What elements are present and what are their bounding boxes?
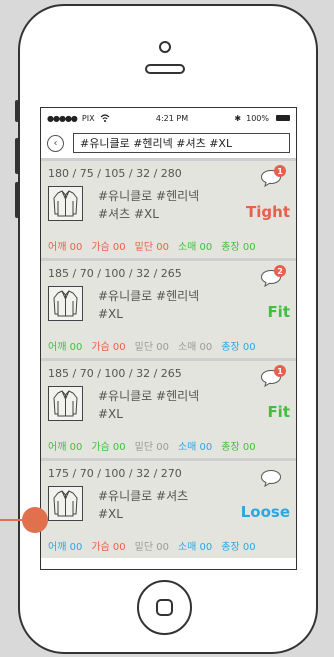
dimension-value: 가슴 00 (91, 242, 126, 253)
dimension-value: 소매 00 (177, 542, 213, 553)
dimension-value: 밑단 00 (134, 342, 169, 353)
dimension-value: 총장 00 (221, 342, 256, 353)
volume-up-button (15, 138, 19, 174)
dimension-value: 어깨 00 (48, 442, 83, 453)
item-list: 180 / 75 / 105 / 32 / 280 #유니클로 #헨리넥 #셔츠 … (41, 158, 296, 558)
comment-count-badge: 2 (274, 265, 286, 277)
dimension-value: 가슴 00 (91, 442, 126, 453)
battery-icon (275, 115, 290, 121)
annotation-line (0, 519, 22, 521)
annotation-dot (22, 507, 48, 533)
dimension-value: 총장 00 (221, 542, 256, 553)
fit-label: Loose (240, 503, 290, 521)
wifi-icon (100, 114, 110, 122)
dimension-row: 어깨 00 가슴 00 밑단 00 소매 00 총장 00 (48, 538, 256, 553)
jacket-icon (53, 290, 78, 317)
speaker-icon (145, 64, 185, 74)
tag-line: #XL (98, 407, 123, 421)
phone-frame: ●●●●● PIX 4:21 PM ✱ 100% ‹ #유니클로 #헨리넥 #셔… (18, 4, 318, 654)
comment-count-badge: 1 (274, 365, 286, 377)
product-thumbnail[interactable] (48, 186, 83, 221)
dimension-row: 어깨 00 가슴 00 밑단 00 소매 00 총장 00 (48, 238, 256, 253)
body-measurements: 185 / 70 / 100 / 32 / 265 (48, 367, 182, 380)
time-label: 4:21 PM (155, 113, 189, 123)
tag-line: #유니클로 #헨리넥 (98, 189, 200, 203)
tag-line: #XL (98, 307, 123, 321)
jacket-icon (53, 190, 78, 217)
dimension-value: 가슴 00 (91, 342, 126, 353)
status-bar: ●●●●● PIX 4:21 PM ✱ 100% (41, 108, 296, 128)
camera-icon (159, 41, 171, 53)
search-query: #유니클로 #헨리넥 #셔츠 #XL (80, 137, 233, 150)
list-item[interactable]: 180 / 75 / 105 / 32 / 280 #유니클로 #헨리넥 #셔츠 … (41, 161, 296, 258)
dimension-value: 총장 00 (221, 242, 256, 253)
volume-down-button (15, 182, 19, 218)
home-button-icon[interactable] (137, 580, 192, 635)
product-thumbnail[interactable] (48, 486, 83, 521)
product-tags: #유니클로 #헨리넥 #XL (98, 287, 228, 323)
dimension-value: 어깨 00 (48, 542, 83, 553)
tag-line: #XL (98, 507, 123, 521)
search-input[interactable]: #유니클로 #헨리넥 #셔츠 #XL (73, 133, 290, 153)
dimension-value: 밑단 00 (134, 542, 169, 553)
fit-label: Fit (267, 303, 290, 321)
dimension-row: 어깨 00 가슴 00 밑단 00 소매 00 총장 00 (48, 438, 256, 453)
tag-line: #셔츠 #XL (98, 207, 159, 221)
dimension-row: 어깨 00 가슴 00 밑단 00 소매 00 총장 00 (48, 338, 256, 353)
product-tags: #유니클로 #헨리넥 #셔츠 #XL (98, 187, 228, 223)
dimension-value: 가슴 00 (91, 542, 126, 553)
search-bar: ‹ #유니클로 #헨리넥 #셔츠 #XL (41, 128, 296, 158)
dimension-value: 밑단 00 (134, 242, 169, 253)
fit-label: Tight (246, 203, 290, 221)
dimension-value: 총장 00 (221, 442, 256, 453)
home-button-inner (156, 599, 173, 616)
app-screen: ●●●●● PIX 4:21 PM ✱ 100% ‹ #유니클로 #헨리넥 #셔… (40, 107, 297, 570)
dimension-value: 어깨 00 (48, 242, 83, 253)
list-item[interactable]: 175 / 70 / 100 / 32 / 270 #유니클로 #셔츠 #XL L… (41, 461, 296, 558)
bluetooth-icon: ✱ (234, 113, 242, 123)
list-item[interactable]: 185 / 70 / 100 / 32 / 265 #유니클로 #헨리넥 #XL … (41, 361, 296, 458)
signal-icon: ●●●●● (47, 113, 78, 123)
product-tags: #유니클로 #셔츠 #XL (98, 487, 228, 523)
product-thumbnail[interactable] (48, 286, 83, 321)
mute-switch (15, 100, 19, 122)
speech-bubble-icon[interactable] (260, 469, 282, 487)
battery-label: 100% (246, 113, 269, 123)
dimension-value: 밑단 00 (134, 442, 169, 453)
fit-label: Fit (267, 403, 290, 421)
dimension-value: 소매 00 (177, 242, 213, 253)
tag-line: #유니클로 #헨리넥 (98, 289, 200, 303)
back-circle-icon[interactable]: ‹ (47, 134, 64, 152)
jacket-icon (53, 490, 78, 517)
body-measurements: 185 / 70 / 100 / 32 / 265 (48, 267, 182, 280)
tag-line: #유니클로 #헨리넥 (98, 389, 200, 403)
list-item[interactable]: 185 / 70 / 100 / 32 / 265 #유니클로 #헨리넥 #XL … (41, 261, 296, 358)
product-tags: #유니클로 #헨리넥 #XL (98, 387, 228, 423)
dimension-value: 어깨 00 (48, 342, 83, 353)
jacket-icon (53, 390, 78, 417)
dimension-value: 소매 00 (177, 442, 213, 453)
tag-line: #유니클로 #셔츠 (98, 489, 189, 503)
body-measurements: 175 / 70 / 100 / 32 / 270 (48, 467, 182, 480)
carrier-label: PIX (81, 113, 95, 123)
body-measurements: 180 / 75 / 105 / 32 / 280 (48, 167, 182, 180)
product-thumbnail[interactable] (48, 386, 83, 421)
comment-count-badge: 1 (274, 165, 286, 177)
dimension-value: 소매 00 (177, 342, 213, 353)
